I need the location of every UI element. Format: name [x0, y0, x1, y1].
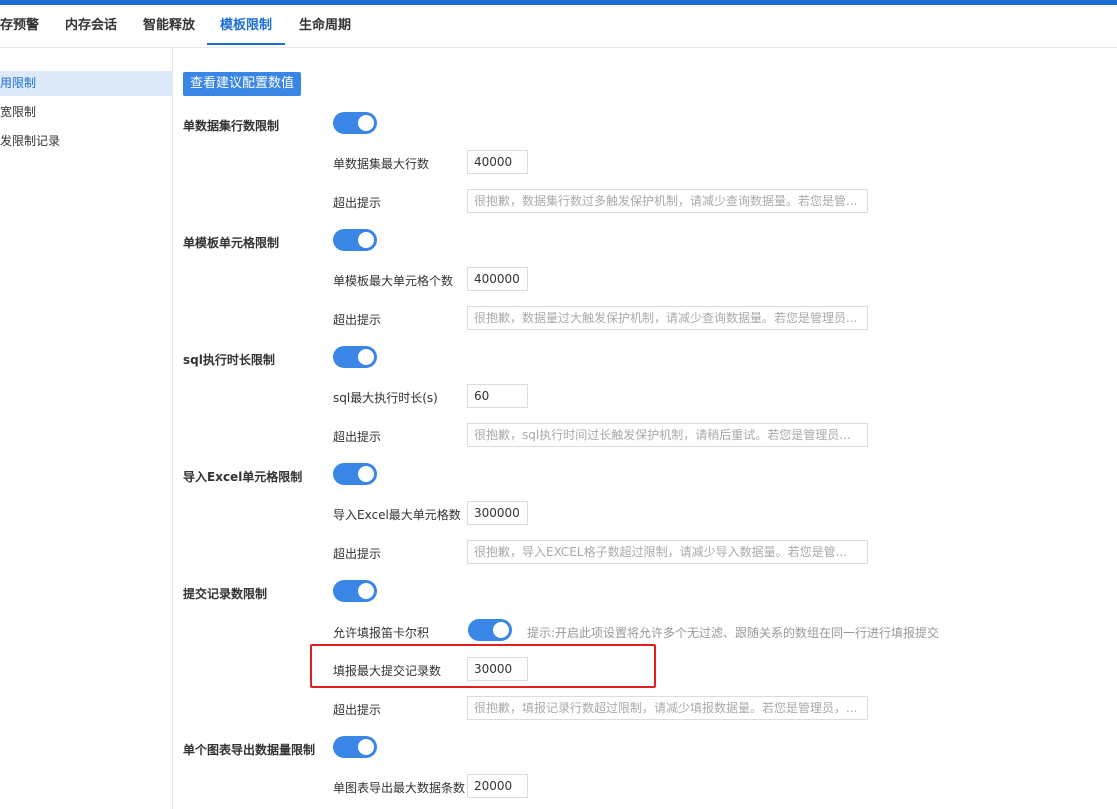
cartesian-tip: 提示:开启此项设置将允许多个无过滤、跟随关系的数组在同一行进行填报提交: [527, 626, 940, 640]
template-hint-label: 超出提示: [333, 313, 382, 327]
cartesian-label: 允许填报笛卡尔积: [333, 626, 430, 640]
toggle-knob: [358, 349, 374, 365]
template-hint-input[interactable]: 很抱歉，数据量过大触发保护机制，请减少查询数据量。若您是管理员...: [467, 306, 868, 330]
tab-memory-session[interactable]: 内存会话: [65, 5, 117, 47]
excel-cells-toggle[interactable]: [333, 463, 377, 485]
section-title-submit-records: 提交记录数限制: [183, 587, 268, 601]
template-max-cells-input[interactable]: 400000: [467, 267, 528, 291]
section-title-dataset-rows: 单数据集行数限制: [183, 119, 280, 133]
submit-hint-input[interactable]: 很抱歉，填报记录行数超过限制，请减少填报数据量。若您是管理员，...: [467, 696, 868, 720]
submit-max-records-input[interactable]: 30000: [467, 657, 528, 681]
tab-lifecycle[interactable]: 生命周期: [299, 5, 351, 47]
sql-hint-input[interactable]: 很抱歉，sql执行时间过长触发保护机制，请稍后重试。若您是管理员...: [467, 423, 868, 447]
sidebar-item-bandwidth-limit[interactable]: 宽限制: [0, 100, 172, 125]
dataset-hint-input[interactable]: 很抱歉，数据集行数过多触发保护机制，请减少查询数据量。若您是管...: [467, 189, 868, 213]
cartesian-toggle[interactable]: [468, 619, 512, 641]
section-title-sql-time: sql执行时长限制: [183, 353, 275, 367]
sidebar-item-trigger-records[interactable]: 发限制记录: [0, 129, 172, 154]
template-max-cells-label: 单模板最大单元格个数: [333, 274, 454, 288]
toggle-knob: [358, 739, 374, 755]
toggle-knob: [358, 583, 374, 599]
tab-smart-release[interactable]: 智能释放: [143, 5, 195, 47]
excel-max-cells-input[interactable]: 300000: [467, 501, 528, 525]
submit-max-records-label: 填报最大提交记录数: [333, 664, 442, 678]
dataset-rows-toggle[interactable]: [333, 112, 377, 134]
chart-export-max-label: 单图表导出最大数据条数: [333, 781, 466, 795]
dataset-max-rows-input[interactable]: 40000: [467, 150, 528, 174]
section-title-chart-export: 单个图表导出数据量限制: [183, 743, 316, 757]
sql-hint-label: 超出提示: [333, 430, 382, 444]
submit-hint-label: 超出提示: [333, 703, 382, 717]
toggle-knob: [358, 115, 374, 131]
chart-export-toggle[interactable]: [333, 736, 377, 758]
toggle-knob: [358, 232, 374, 248]
sql-max-time-label: sql最大执行时长(s): [333, 391, 438, 405]
sql-max-time-input[interactable]: 60: [467, 384, 528, 408]
section-title-excel-cells: 导入Excel单元格限制: [183, 470, 303, 484]
tab-memory-warning[interactable]: 存预警: [0, 5, 39, 47]
toggle-knob: [358, 466, 374, 482]
toggle-knob: [493, 622, 509, 638]
sidebar-item-usage-limit[interactable]: 用限制: [0, 71, 172, 96]
sidebar: 用限制 宽限制 发限制记录: [0, 48, 173, 809]
excel-hint-input[interactable]: 很抱歉，导入EXCEL格子数超过限制，请减少导入数据量。若您是管...: [467, 540, 868, 564]
excel-hint-label: 超出提示: [333, 547, 382, 561]
sidebar-item-label: 用限制: [0, 76, 37, 90]
tab-template-limit[interactable]: 模板限制: [207, 5, 285, 45]
tab-bar: 存预警 内存会话 智能释放 模板限制 生命周期: [0, 5, 1117, 48]
section-title-template-cells: 单模板单元格限制: [183, 236, 280, 250]
sql-time-toggle[interactable]: [333, 346, 377, 368]
sidebar-item-label: 宽限制: [0, 105, 37, 119]
chart-export-max-input[interactable]: 20000: [467, 774, 528, 798]
excel-max-cells-label: 导入Excel最大单元格数: [333, 508, 461, 522]
dataset-hint-label: 超出提示: [333, 196, 382, 210]
sidebar-item-label: 发限制记录: [0, 134, 61, 148]
view-suggested-config-button[interactable]: 查看建议配置数值: [183, 72, 301, 96]
dataset-max-rows-label: 单数据集最大行数: [333, 157, 430, 171]
template-cells-toggle[interactable]: [333, 229, 377, 251]
submit-records-toggle[interactable]: [333, 580, 377, 602]
